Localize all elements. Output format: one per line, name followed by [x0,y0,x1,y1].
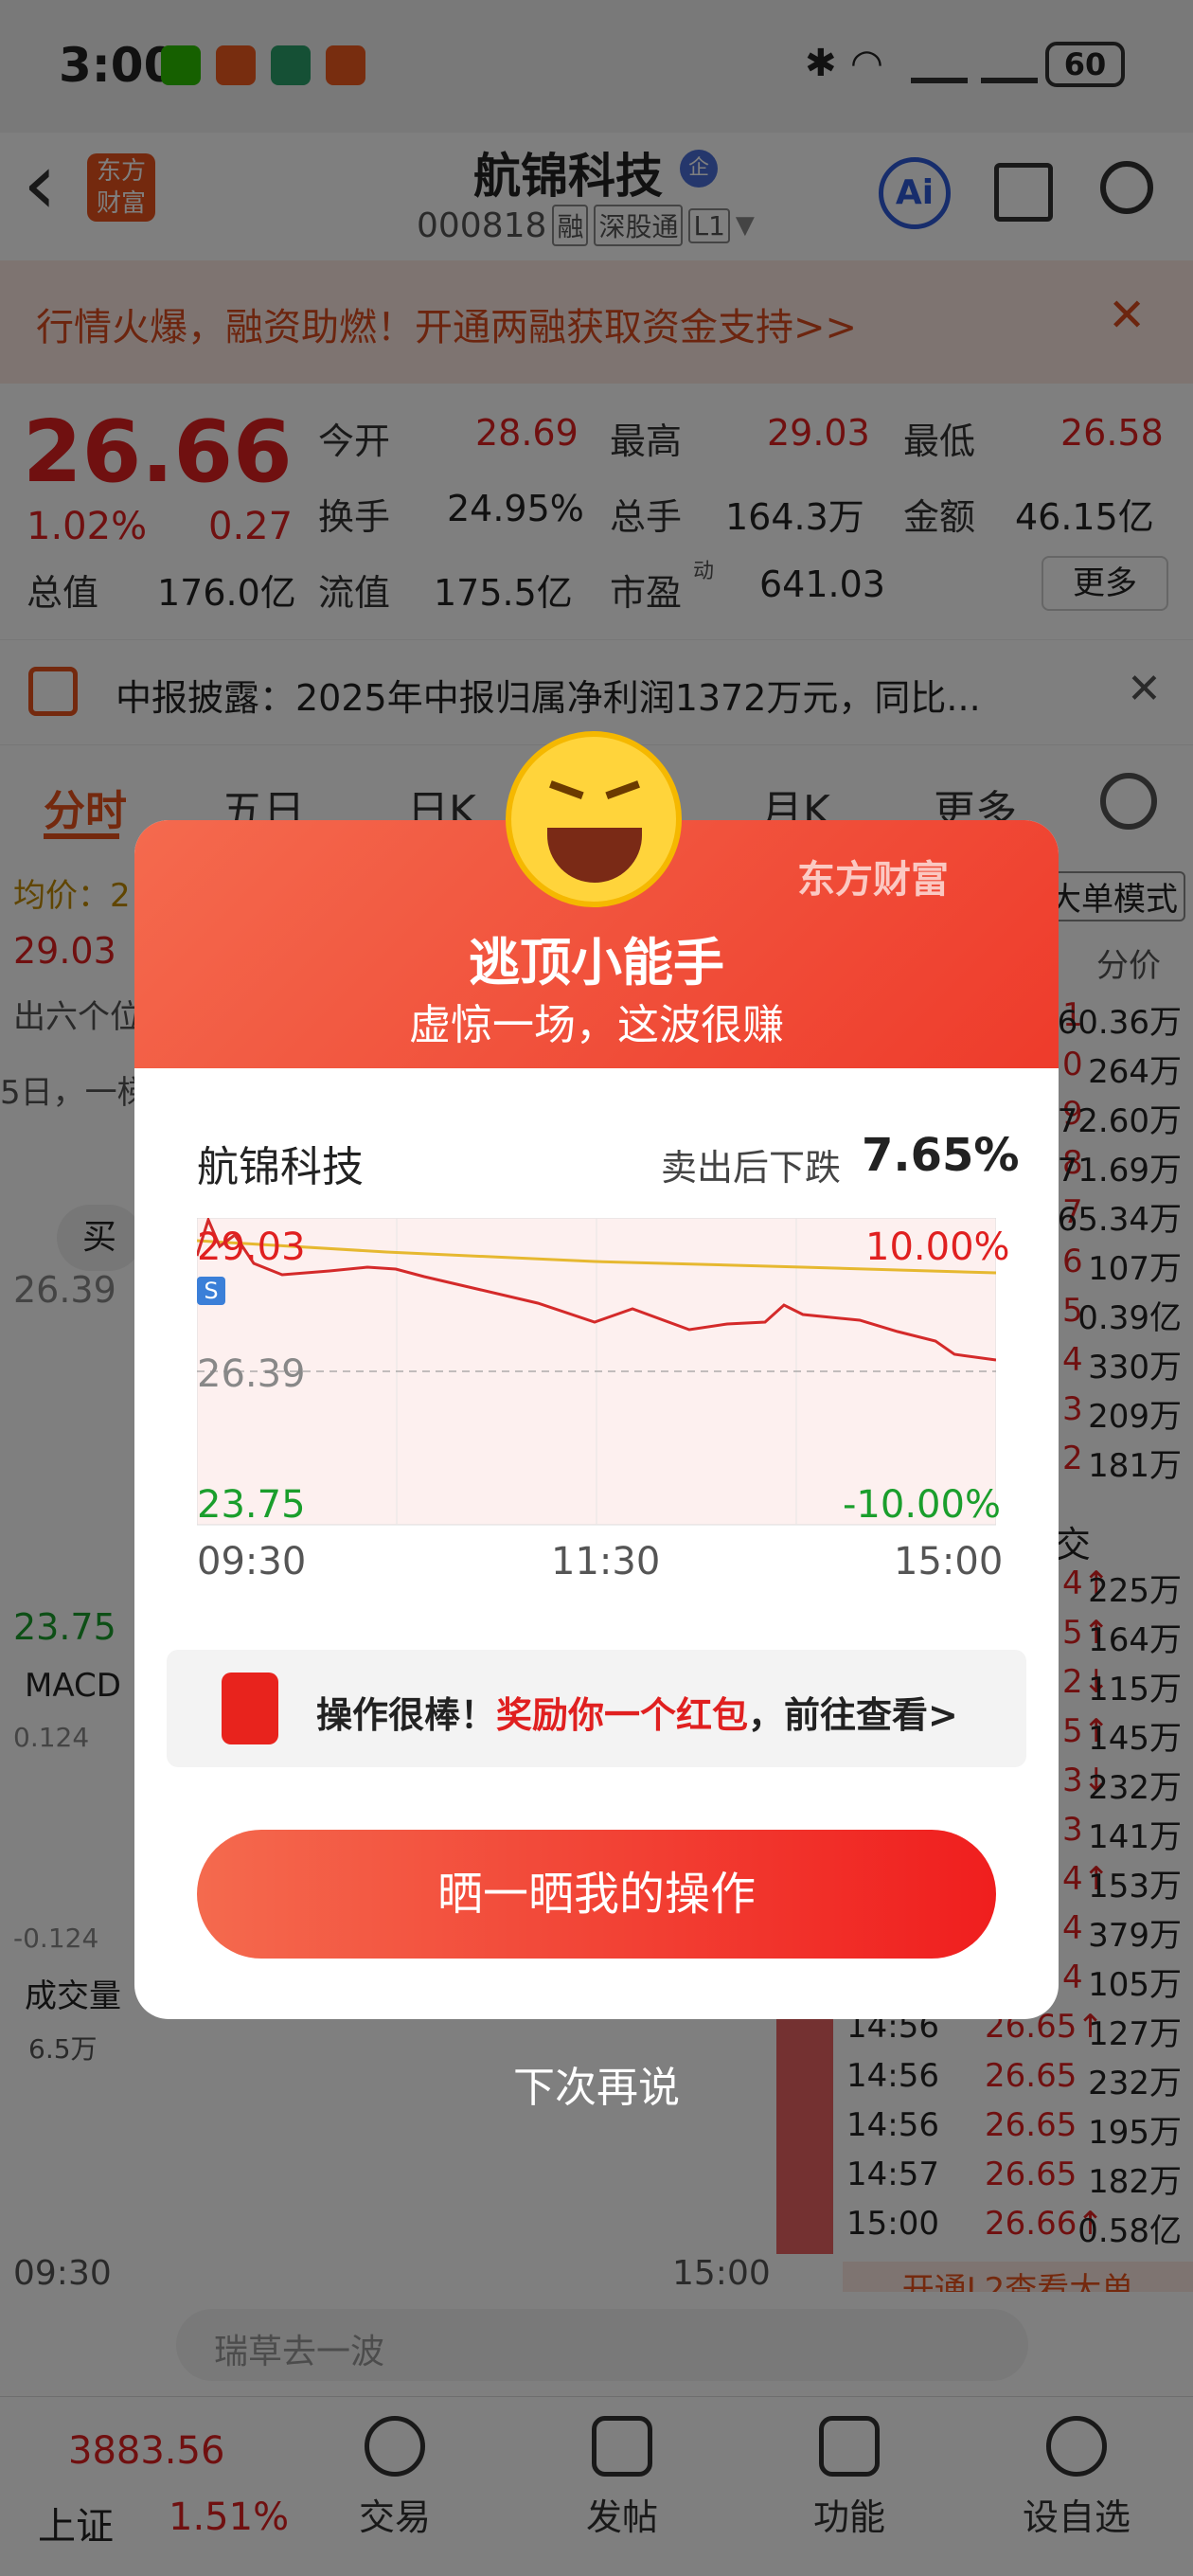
dismiss-link[interactable]: 下次再说 [0,2053,1193,2114]
mini-chart-low: 23.75 [197,1483,306,1527]
reward-banner[interactable]: 操作很棒！奖励你一个红包，前往查看> [167,1650,1026,1767]
mini-chart-low-pct: -10.00% [843,1483,1001,1527]
after-sell-label: 卖出后下跌 [661,1147,842,1189]
red-envelope-icon [222,1673,278,1744]
modal-subtitle: 虚惊一场，这波很赚 [409,1001,784,1049]
reward-modal: 东方财富 逃顶小能手 虚惊一场，这波很赚 航锦科技 卖出后下跌 7.65% 29… [134,820,1059,2019]
brand-watermark: 东方财富 [797,858,949,902]
mini-chart-mid: 26.39 [197,1352,306,1396]
laughing-emoji-icon [506,731,682,907]
time-label: 09:30 [197,1540,307,1583]
reward-text[interactable]: 操作很棒！奖励你一个红包，前往查看> [316,1686,958,1738]
time-label: 11:30 [551,1540,661,1583]
sell-marker: S [197,1277,225,1305]
after-sell-value: 7.65% [862,1129,1020,1182]
share-operation-button[interactable]: 晒一晒我的操作 [197,1830,996,1959]
mini-chart-high: 29.03 [197,1225,306,1269]
time-label: 15:00 [894,1540,1004,1583]
mini-chart-high-pct: 10.00% [865,1225,1010,1269]
modal-title: 逃顶小能手 [469,933,724,993]
modal-stock-name: 航锦科技 [197,1143,364,1191]
